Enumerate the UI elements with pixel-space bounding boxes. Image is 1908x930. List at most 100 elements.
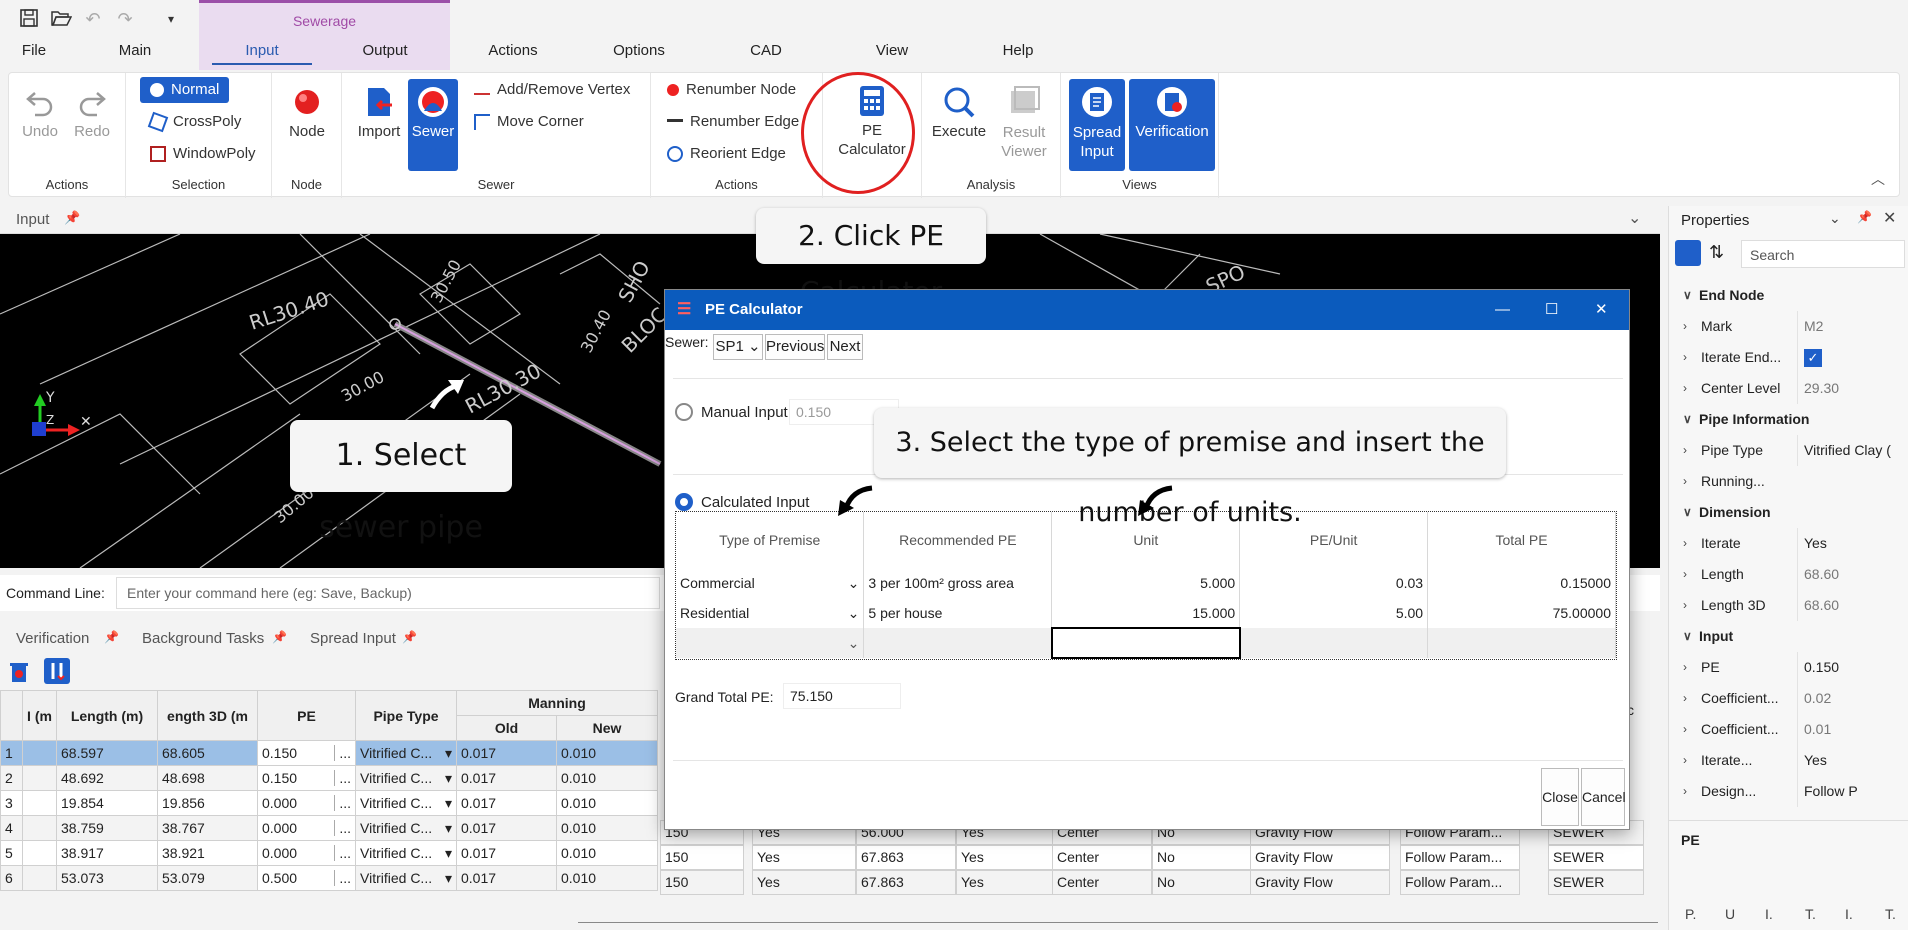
tab-help[interactable]: Help [976, 40, 1060, 62]
table-cell[interactable]: 0.150 ... [257, 765, 356, 791]
chevron-right-icon[interactable]: › [1683, 559, 1687, 590]
table-cell[interactable]: Follow Param... [1400, 870, 1520, 895]
table-cell[interactable]: Yes [956, 845, 1056, 870]
table-cell[interactable] [22, 815, 57, 841]
table-cell[interactable] [22, 865, 57, 891]
table-row[interactable]: 5 38.917 38.921 0.000 ... Vitrified C... ▾ 0.0… [0, 840, 658, 866]
property-value[interactable]: 68.60 [1797, 559, 1907, 590]
tab-spread-input[interactable]: Spread Input [310, 630, 396, 647]
property-value[interactable]: ✓ [1797, 342, 1907, 373]
table-cell[interactable]: 48.698 [157, 765, 258, 791]
properties-tab[interactable]: P. [1685, 906, 1696, 922]
table-cell[interactable]: 0.500 ... [257, 865, 356, 891]
table-cell[interactable]: 150 [660, 845, 744, 870]
quick-access-dropdown[interactable]: ▾ [160, 8, 182, 30]
add-remove-vertex-button[interactable]: Add/Remove Vertex [474, 77, 630, 103]
table-cell[interactable]: 0.000 ... [257, 790, 356, 816]
undo-button[interactable]: Undo [15, 79, 65, 171]
sort-columns-icon[interactable] [44, 658, 70, 684]
reorient-edge-button[interactable]: Reorient Edge [667, 141, 786, 167]
table-cell[interactable]: SEWER [1548, 845, 1644, 870]
close-icon[interactable]: ✕ [1883, 208, 1896, 228]
node-button[interactable]: Node [280, 79, 334, 171]
table-cell[interactable]: 68.605 [157, 740, 258, 766]
chevron-right-icon[interactable]: › [1683, 311, 1687, 342]
property-value[interactable]: Yes [1797, 745, 1907, 776]
redo-button[interactable]: Redo [67, 79, 117, 171]
table-cell[interactable]: 38.759 [56, 815, 158, 841]
column-header[interactable]: Pipe Type [355, 690, 457, 741]
move-corner-button[interactable]: Move Corner [474, 109, 584, 135]
ellipsis-button[interactable]: ... [334, 870, 351, 886]
table-cell[interactable]: 38.917 [56, 840, 158, 866]
dropdown-icon[interactable]: ▾ [445, 845, 452, 862]
property-value[interactable]: 0.01 [1797, 714, 1907, 745]
chevron-down-icon[interactable]: ∨ [1683, 404, 1692, 435]
table-cell[interactable]: Vitrified C... ▾ [355, 815, 457, 841]
table-cell[interactable]: Vitrified C... ▾ [355, 865, 457, 891]
dropdown-icon[interactable]: ▾ [445, 745, 452, 762]
premise-type-select[interactable]: Residential ⌄ [676, 598, 865, 628]
table-cell[interactable]: 67.863 [856, 870, 956, 895]
table-cell[interactable]: 0.010 [556, 740, 658, 766]
properties-tab[interactable]: T. [1805, 906, 1816, 922]
pin-icon[interactable]: 📌 [104, 630, 119, 644]
minimize-icon[interactable]: — [1495, 290, 1510, 330]
manual-input-radio[interactable] [675, 403, 693, 421]
chevron-right-icon[interactable]: › [1683, 776, 1687, 807]
tab-cad[interactable]: CAD [724, 40, 808, 62]
properties-tab[interactable]: I. [1765, 906, 1773, 922]
command-input[interactable]: Enter your command here (eg: Save, Backu… [116, 577, 660, 609]
property-value[interactable]: Yes [1797, 528, 1907, 559]
table-cell[interactable]: 0.017 [456, 765, 557, 791]
table-cell[interactable]: 19.856 [157, 790, 258, 816]
table-cell[interactable]: Gravity Flow [1250, 870, 1390, 895]
table-cell[interactable]: 0.000 ... [257, 840, 356, 866]
table-cell[interactable]: SEWER [1548, 870, 1644, 895]
chevron-right-icon[interactable]: › [1683, 652, 1687, 683]
table-cell[interactable]: Vitrified C... ▾ [355, 740, 457, 766]
manning-group-header[interactable]: Manning [456, 690, 658, 716]
calculated-input-radio[interactable] [675, 493, 693, 511]
pin-icon[interactable]: 📌 [64, 210, 80, 226]
dropdown-icon[interactable]: ▾ [445, 870, 452, 887]
premise-type-select[interactable]: Commercial ⌄ [676, 568, 865, 598]
property-row[interactable]: › Design... Follow P [1669, 776, 1908, 807]
table-cell[interactable]: Follow Param... [1400, 845, 1520, 870]
collapse-ribbon-icon[interactable]: ︿ [1871, 169, 1885, 189]
chevron-down-icon[interactable]: ∨ [1683, 497, 1692, 528]
redo-icon[interactable]: ↷ [114, 8, 136, 30]
tab-file[interactable]: File [12, 40, 56, 62]
table-cell[interactable]: 0.017 [456, 840, 557, 866]
table-cell[interactable]: 150 [660, 870, 744, 895]
tab-input[interactable]: Input [212, 40, 312, 65]
table-row[interactable]: 1 68.597 68.605 0.150 ... Vitrified C... ▾ 0.0… [0, 740, 658, 766]
ellipsis-button[interactable]: ... [334, 845, 351, 861]
property-row[interactable]: › PE 0.150 [1669, 652, 1908, 683]
sort-alpha-icon[interactable]: ⇅ [1709, 242, 1724, 263]
table-cell[interactable]: Center [1052, 845, 1152, 870]
table-cell[interactable]: 53.079 [157, 865, 258, 891]
close-button[interactable]: Close [1541, 768, 1579, 826]
chevron-right-icon[interactable]: › [1683, 745, 1687, 776]
table-cell[interactable] [22, 740, 57, 766]
property-value[interactable]: 0.150 [1797, 652, 1907, 683]
column-header[interactable]: New [556, 715, 658, 741]
import-button[interactable]: Import [354, 79, 404, 171]
chevron-down-icon[interactable]: ∨ [1683, 280, 1692, 311]
chevron-right-icon[interactable]: › [1683, 342, 1687, 373]
table-cell[interactable]: 0.010 [556, 840, 658, 866]
chevron-right-icon[interactable]: › [1683, 714, 1687, 745]
property-row[interactable]: › Iterate... Yes [1669, 745, 1908, 776]
chevron-right-icon[interactable]: › [1683, 590, 1687, 621]
property-value[interactable]: Vitrified Clay ( [1797, 435, 1907, 466]
table-row[interactable]: 4 38.759 38.767 0.000 ... Vitrified C... ▾ 0.0… [0, 815, 658, 841]
table-row[interactable]: 6 53.073 53.079 0.500 ... Vitrified C... ▾ 0.0… [0, 865, 658, 891]
table-cell[interactable]: No [1152, 870, 1252, 895]
property-row[interactable]: › Length 68.60 [1669, 559, 1908, 590]
sewer-button[interactable]: Sewer [408, 79, 458, 171]
property-search-input[interactable]: Search [1741, 240, 1905, 268]
close-icon[interactable]: ✕ [1595, 290, 1608, 330]
pe-cell[interactable]: 15.000 [1051, 598, 1241, 628]
property-row[interactable]: › Length 3D 68.60 [1669, 590, 1908, 621]
